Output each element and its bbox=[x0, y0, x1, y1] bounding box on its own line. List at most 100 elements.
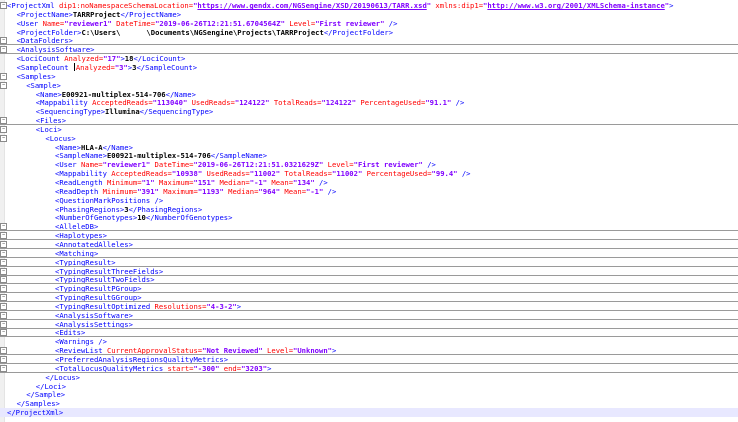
code-line[interactable]: <ReadDepth Minimum="391" Maximum="1193" … bbox=[0, 187, 738, 196]
fold-toggle-icon[interactable]: − bbox=[0, 2, 7, 9]
code-line[interactable]: <SampleName>E00921-multiplex-514-706</Sa… bbox=[0, 151, 738, 160]
fold-toggle-icon[interactable]: − bbox=[0, 258, 7, 266]
xml-tag: <Loci> bbox=[35, 124, 62, 134]
code-line[interactable]: </Samples> bbox=[0, 399, 738, 408]
fold-toggle-icon[interactable]: − bbox=[0, 294, 7, 302]
code-text: <Samples> bbox=[17, 72, 56, 81]
code-line[interactable]: </Loci> bbox=[0, 382, 738, 391]
code-line[interactable]: − <TypingResultGGroup> bbox=[0, 293, 738, 303]
code-line[interactable]: <LociCount Analyzed="17">18</LociCount> bbox=[0, 54, 738, 63]
code-line[interactable]: − <TypingResultPGroup> bbox=[0, 284, 738, 294]
code-text: <Haplotypes> bbox=[55, 231, 107, 239]
xml-tag: <PhasingRegions> bbox=[55, 204, 125, 214]
code-line[interactable]: <ProjectFolder>C:\Users\ \Documents\NGSe… bbox=[0, 28, 738, 37]
fold-toggle-icon[interactable]: − bbox=[0, 320, 7, 328]
code-line[interactable]: − <AnalysisSoftware> bbox=[0, 45, 738, 55]
code-line[interactable]: − <PreferredAnalysisRegionsQualityMetrics… bbox=[0, 355, 738, 364]
code-line[interactable]: − <AnalysisSoftware> bbox=[0, 311, 738, 320]
code-line[interactable]: <User Name="reviewer1" DateTime="2019-06… bbox=[0, 160, 738, 169]
code-line[interactable]: − <Sample> bbox=[0, 81, 738, 90]
code-line[interactable]: − <Samples> bbox=[0, 72, 738, 81]
fold-toggle-icon[interactable]: − bbox=[0, 46, 7, 54]
code-text: <PreferredAnalysisRegionsQualityMetrics> bbox=[55, 355, 228, 363]
code-line[interactable]: − <DataFolders> bbox=[0, 36, 738, 46]
code-line[interactable]: − <AnalysisSettings> bbox=[0, 320, 738, 329]
fold-toggle-icon[interactable]: − bbox=[0, 364, 7, 372]
fold-toggle-icon[interactable]: − bbox=[0, 267, 7, 275]
xml-tag: </LociCount> bbox=[133, 54, 186, 64]
fold-toggle-icon[interactable]: − bbox=[0, 125, 7, 133]
xml-attribute-value: "3203" bbox=[241, 363, 268, 373]
code-line[interactable]: <Warnings /> bbox=[0, 337, 738, 346]
code-text: <Mappability AcceptedReads="113040" Used… bbox=[36, 98, 464, 107]
code-line[interactable]: <NumberOfGenotypes>10</NumberOfGenotypes… bbox=[0, 213, 738, 222]
fold-toggle-icon[interactable]: − bbox=[0, 356, 7, 363]
code-text: <ReadDepth Minimum="391" Maximum="1193" … bbox=[55, 187, 336, 196]
fold-toggle-icon[interactable]: − bbox=[0, 276, 7, 284]
xml-text-content: E00921-multiplex-514-706 bbox=[61, 89, 166, 99]
code-line[interactable]: − <Files> bbox=[0, 116, 738, 126]
xml-tag: <Mappability bbox=[35, 98, 93, 108]
fold-toggle-icon[interactable]: − bbox=[0, 117, 7, 125]
xml-attribute: AcceptedReads= bbox=[92, 98, 153, 108]
code-line[interactable]: <Mappability AcceptedReads="113040" Used… bbox=[0, 98, 738, 107]
code-line[interactable]: <PhasingRegions>3</PhasingRegions> bbox=[0, 205, 738, 214]
code-line[interactable]: − <TypingResultTwoFields> bbox=[0, 275, 738, 285]
code-line[interactable]: <ProjectName>TARRProject</ProjectName> bbox=[0, 10, 738, 19]
xml-editor[interactable]: − <ProjectXml dip1:noNamespaceSchemaLocat… bbox=[0, 0, 738, 422]
code-line[interactable]: − <TypingResultThreeFields> bbox=[0, 267, 738, 276]
code-line[interactable]: <SequencingType>Illumina</SequencingType… bbox=[0, 107, 738, 116]
fold-toggle-icon[interactable]: − bbox=[0, 302, 7, 310]
fold-toggle-icon[interactable]: − bbox=[0, 347, 7, 355]
code-line[interactable]: <SampleCount Analyzed="3">3</SampleCount… bbox=[0, 62, 738, 72]
fold-toggle-icon[interactable]: − bbox=[0, 240, 7, 248]
code-line[interactable]: − <TypingResult> bbox=[0, 258, 738, 267]
code-line[interactable]: − <Edits> bbox=[0, 328, 738, 338]
code-line[interactable]: <Mappability AcceptedReads="10938" UsedR… bbox=[0, 169, 738, 178]
code-line[interactable]: <ReadLength Minimum="1" Maximum="151" Me… bbox=[0, 178, 738, 187]
code-text: <ProjectXml dip1:noNamespaceSchemaLocati… bbox=[7, 1, 673, 10]
fold-toggle-icon[interactable]: − bbox=[0, 134, 7, 142]
xml-tag: <TypingResultTwoFields> bbox=[55, 275, 155, 285]
xml-attribute: DateTime= bbox=[111, 18, 156, 28]
code-line[interactable]: </Locus> bbox=[0, 373, 738, 382]
xml-attribute: Level= bbox=[323, 160, 354, 170]
code-line[interactable]: − <TypingResultOptimized Resolutions="4-3… bbox=[0, 302, 738, 311]
code-line[interactable]: − <AnnotatedAlleles> bbox=[0, 240, 738, 249]
xml-tag: </NumberOfGenotypes> bbox=[145, 213, 233, 223]
fold-toggle-icon[interactable]: − bbox=[0, 311, 7, 319]
code-line[interactable]: − <Loci> bbox=[0, 125, 738, 134]
code-line[interactable]: </Sample> bbox=[0, 390, 738, 399]
code-line[interactable]: − <ProjectXml dip1:noNamespaceSchemaLocat… bbox=[0, 1, 738, 10]
xml-attribute-value: "124122" bbox=[234, 98, 270, 108]
fold-toggle-icon[interactable]: − bbox=[0, 37, 7, 45]
code-line[interactable]: <Name>E00921-multiplex-514-706</Name> bbox=[0, 90, 738, 99]
fold-toggle-icon[interactable]: − bbox=[0, 223, 7, 231]
fold-toggle-icon[interactable]: − bbox=[0, 72, 7, 80]
xml-tag: > bbox=[669, 1, 674, 10]
xml-url-value[interactable]: https://www.gendx.com/NGSengine/XSD/2019… bbox=[197, 1, 426, 10]
xml-tag: > bbox=[267, 363, 272, 373]
xml-tag: <QuestionMarkPositions /> bbox=[55, 195, 164, 205]
xml-url-value[interactable]: http://www.w3.org/2001/XMLSchema-instanc… bbox=[487, 1, 664, 10]
xml-tag: </ProjectName> bbox=[120, 9, 182, 19]
code-line[interactable]: <Name>HLA-A</Name> bbox=[0, 143, 738, 152]
fold-toggle-icon[interactable]: − bbox=[0, 285, 7, 293]
xml-attribute: UsedReads= bbox=[187, 98, 235, 108]
code-line[interactable]: − <TotalLocusQualityMetrics start="-300" … bbox=[0, 364, 738, 373]
code-line[interactable]: − <Matching> bbox=[0, 249, 738, 258]
code-line[interactable]: </ProjectXml> bbox=[0, 408, 738, 418]
code-line[interactable]: <QuestionMarkPositions /> bbox=[0, 196, 738, 205]
xml-attribute: xmlns:dip1= bbox=[431, 1, 484, 10]
code-line[interactable]: <User Name="reviewer1" DateTime="2019-06… bbox=[0, 19, 738, 28]
fold-toggle-icon[interactable]: − bbox=[0, 329, 7, 337]
code-line[interactable]: − <ReviewList CurrentApprovalStatus="Not … bbox=[0, 346, 738, 356]
code-line[interactable]: − <Haplotypes> bbox=[0, 231, 738, 241]
fold-toggle-icon[interactable]: − bbox=[0, 81, 7, 89]
code-line[interactable]: − <Locus> bbox=[0, 134, 738, 143]
xml-tag: <NumberOfGenotypes> bbox=[55, 213, 138, 223]
code-line[interactable]: − <AlleleDB> bbox=[0, 222, 738, 232]
fold-toggle-icon[interactable]: − bbox=[0, 232, 7, 240]
fold-toggle-icon[interactable]: − bbox=[0, 249, 7, 257]
xml-attribute: Minimum= bbox=[106, 178, 142, 187]
